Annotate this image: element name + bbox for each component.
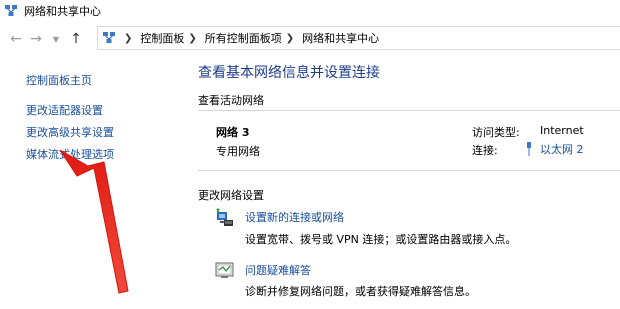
breadcrumb-item[interactable]: 控制面板: [140, 30, 184, 46]
breadcrumb-item[interactable]: 网络和共享中心: [302, 30, 379, 46]
connection-label: 连接:: [472, 144, 498, 157]
breadcrumb-item[interactable]: 所有控制面板项: [205, 30, 282, 46]
network-type: 专用网络: [216, 145, 260, 158]
setup-connection-description: 设置宽带、拨号或 VPN 连接；或设置路由器或接入点。: [245, 233, 517, 246]
navigation-bar: ← → ▼ ↑ ❯ 控制面板 ❯ 所有控制面板项 ❯ 网络和共享中心: [0, 26, 620, 52]
sidebar-item-media-streaming[interactable]: 媒体流式处理选项: [26, 146, 114, 162]
troubleshoot-description: 诊断并修复网络问题，或者获得疑难解答信息。: [245, 285, 476, 298]
sidebar-item-advanced-sharing[interactable]: 更改高级共享设置: [26, 124, 114, 140]
troubleshoot-icon: [215, 262, 234, 278]
chevron-right-icon[interactable]: ❯: [124, 33, 132, 44]
connection-link[interactable]: 以太网 2: [527, 141, 584, 157]
network-name: 网络 3: [216, 126, 250, 139]
control-panel-icon: [103, 32, 115, 43]
recent-dropdown-icon[interactable]: ▼: [46, 29, 66, 49]
new-connection-icon: [216, 208, 233, 226]
connection-value[interactable]: 以太网 2: [540, 141, 584, 157]
divider: [198, 110, 620, 111]
network-center-icon: [5, 5, 17, 16]
access-type-label: 访问类型:: [472, 126, 520, 139]
troubleshoot-link[interactable]: 问题疑难解答: [245, 262, 311, 278]
forward-arrow-icon[interactable]: →: [26, 29, 46, 49]
up-arrow-icon[interactable]: ↑: [66, 29, 86, 49]
access-type-value: Internet: [540, 124, 584, 137]
window-title: 网络和共享中心: [24, 5, 101, 18]
sidebar-item-home[interactable]: 控制面板主页: [26, 72, 92, 88]
back-arrow-icon[interactable]: ←: [6, 29, 26, 49]
change-settings-heading: 更改网络设置: [198, 189, 264, 202]
chevron-right-icon[interactable]: ❯: [286, 33, 294, 44]
divider: [198, 170, 620, 171]
title-bar: 网络和共享中心: [0, 0, 620, 22]
sidebar-item-adapter-settings[interactable]: 更改适配器设置: [26, 102, 103, 118]
page-title: 查看基本网络信息并设置连接: [198, 65, 380, 81]
address-bar[interactable]: ❯ 控制面板 ❯ 所有控制面板项 ❯ 网络和共享中心: [97, 26, 620, 50]
active-networks-heading: 查看活动网络: [198, 94, 264, 107]
ethernet-icon: [527, 142, 531, 156]
setup-connection-link[interactable]: 设置新的连接或网络: [245, 209, 344, 225]
chevron-right-icon[interactable]: ❯: [188, 33, 196, 44]
